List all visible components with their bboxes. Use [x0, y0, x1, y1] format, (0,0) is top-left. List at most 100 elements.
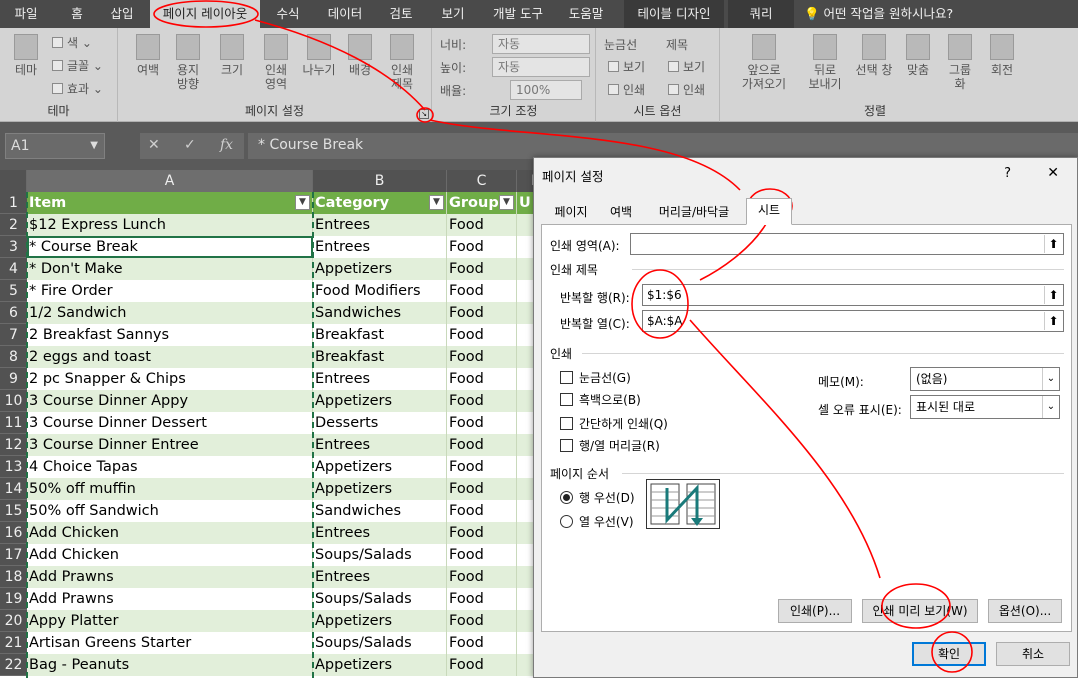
gridlines-view-checkbox[interactable]: 보기: [608, 58, 645, 75]
table-cell[interactable]: 4 Choice Tapas: [27, 456, 313, 478]
row-header[interactable]: 12: [0, 434, 27, 456]
row-header[interactable]: 22: [0, 654, 27, 676]
table-cell[interactable]: Food: [447, 588, 517, 610]
tab-page-layout[interactable]: 페이지 레이아웃: [150, 0, 260, 28]
print-area-input[interactable]: ⬆: [630, 233, 1064, 255]
comments-select[interactable]: (없음) ⌄: [910, 367, 1060, 391]
width-dropdown[interactable]: 자동: [492, 34, 590, 54]
over-then-down-radio[interactable]: 열 우선(V): [560, 513, 634, 530]
black-white-checkbox[interactable]: 흑백으로(B): [560, 391, 641, 408]
row-header[interactable]: 9: [0, 368, 27, 390]
formula-input[interactable]: * Course Break: [248, 133, 1078, 159]
tab-insert[interactable]: 삽입: [100, 0, 144, 28]
table-cell[interactable]: Appetizers: [313, 258, 447, 280]
table-cell[interactable]: 2 pc Snapper & Chips: [27, 368, 313, 390]
page-setup-launcher-icon[interactable]: ↘: [419, 109, 429, 119]
row-col-headings-checkbox[interactable]: 행/열 머리글(R): [560, 437, 660, 454]
table-cell[interactable]: Food: [447, 478, 517, 500]
table-cell[interactable]: Entrees: [313, 236, 447, 258]
rotate-button[interactable]: 회전: [984, 34, 1020, 77]
table-cell[interactable]: Food: [447, 390, 517, 412]
tab-header-footer[interactable]: 머리글/바닥글: [648, 200, 740, 224]
print-button[interactable]: 인쇄(P)...: [778, 599, 852, 623]
table-header-cell[interactable]: Group ▼: [447, 192, 517, 214]
table-cell[interactable]: Entrees: [313, 368, 447, 390]
cols-repeat-input[interactable]: $A:$A ⬆: [642, 310, 1064, 332]
tab-file[interactable]: 파일: [0, 0, 52, 28]
align-button[interactable]: 맞춤: [900, 34, 936, 77]
row-header[interactable]: 10: [0, 390, 27, 412]
background-button[interactable]: 배경: [342, 34, 378, 77]
table-cell[interactable]: 3 Course Dinner Entree: [27, 434, 313, 456]
table-cell[interactable]: Entrees: [313, 566, 447, 588]
table-cell[interactable]: * Fire Order: [27, 280, 313, 302]
tab-sheet[interactable]: 시트: [746, 198, 792, 225]
table-cell[interactable]: Food: [447, 566, 517, 588]
row-header[interactable]: 17: [0, 544, 27, 566]
tab-margins[interactable]: 여백: [598, 200, 644, 224]
rows-repeat-input[interactable]: $1:$6 ⬆: [642, 284, 1064, 306]
cancel-button[interactable]: 취소: [996, 642, 1070, 666]
table-cell[interactable]: Food: [447, 434, 517, 456]
table-cell[interactable]: Food: [447, 500, 517, 522]
table-cell[interactable]: * Don't Make: [27, 258, 313, 280]
row-header[interactable]: 7: [0, 324, 27, 346]
table-cell[interactable]: Soups/Salads: [313, 544, 447, 566]
table-cell[interactable]: Food: [447, 522, 517, 544]
table-cell[interactable]: 3 Course Dinner Appy: [27, 390, 313, 412]
effects-button[interactable]: 효과 ⌄: [52, 80, 103, 97]
row-header[interactable]: 6: [0, 302, 27, 324]
table-cell[interactable]: Appy Platter: [27, 610, 313, 632]
row-header[interactable]: 16: [0, 522, 27, 544]
table-cell[interactable]: 1/2 Sandwich: [27, 302, 313, 324]
table-cell[interactable]: Add Chicken: [27, 544, 313, 566]
margins-button[interactable]: 여백: [130, 34, 166, 77]
table-cell[interactable]: Food: [447, 324, 517, 346]
table-cell[interactable]: Food: [447, 544, 517, 566]
gridlines-print-checkbox[interactable]: 인쇄: [608, 81, 645, 98]
row-header[interactable]: 13: [0, 456, 27, 478]
table-cell[interactable]: Food: [447, 346, 517, 368]
row-header[interactable]: 11: [0, 412, 27, 434]
row-header[interactable]: 5: [0, 280, 27, 302]
print-area-button[interactable]: 인쇄 영역: [256, 34, 296, 91]
themes-button[interactable]: 테마: [8, 34, 44, 77]
table-cell[interactable]: Breakfast: [313, 324, 447, 346]
enter-icon[interactable]: ✓: [184, 133, 196, 157]
column-header-a[interactable]: A: [27, 170, 313, 192]
help-icon[interactable]: ?: [1004, 166, 1011, 181]
table-cell[interactable]: 3 Course Dinner Dessert: [27, 412, 313, 434]
table-cell[interactable]: Food: [447, 236, 517, 258]
print-titles-button[interactable]: 인쇄 제목: [382, 34, 422, 91]
fonts-button[interactable]: 글꼴 ⌄: [52, 57, 103, 74]
tab-developer[interactable]: 개발 도구: [484, 0, 552, 28]
table-cell[interactable]: Desserts: [313, 412, 447, 434]
row-header[interactable]: 8: [0, 346, 27, 368]
table-cell[interactable]: Artisan Greens Starter: [27, 632, 313, 654]
fx-icon[interactable]: fx: [220, 133, 233, 157]
table-cell[interactable]: 50% off Sandwich: [27, 500, 313, 522]
size-button[interactable]: 크기: [214, 34, 250, 77]
scale-spinner[interactable]: 100%: [510, 80, 582, 100]
table-cell[interactable]: Add Chicken: [27, 522, 313, 544]
send-backward-button[interactable]: 뒤로 보내기: [800, 34, 850, 91]
row-header[interactable]: 18: [0, 566, 27, 588]
table-cell[interactable]: Food: [447, 456, 517, 478]
row-header[interactable]: 20: [0, 610, 27, 632]
table-cell[interactable]: Entrees: [313, 214, 447, 236]
table-cell[interactable]: Food: [447, 654, 517, 676]
bring-forward-button[interactable]: 앞으로 가져오기: [734, 34, 794, 91]
tab-formulas[interactable]: 수식: [266, 0, 310, 28]
filter-dropdown-icon[interactable]: ▼: [499, 195, 514, 210]
gridlines-checkbox[interactable]: 눈금선(G): [560, 369, 631, 386]
table-cell[interactable]: * Course Break: [27, 236, 313, 258]
group-button[interactable]: 그룹 화: [942, 34, 978, 91]
table-cell[interactable]: Food: [447, 368, 517, 390]
headings-print-checkbox[interactable]: 인쇄: [668, 81, 705, 98]
row-header[interactable]: 21: [0, 632, 27, 654]
row-header[interactable]: 15: [0, 500, 27, 522]
tab-view[interactable]: 보기: [430, 0, 476, 28]
ok-button[interactable]: 확인: [912, 642, 986, 666]
row-header[interactable]: 14: [0, 478, 27, 500]
table-cell[interactable]: Sandwiches: [313, 302, 447, 324]
